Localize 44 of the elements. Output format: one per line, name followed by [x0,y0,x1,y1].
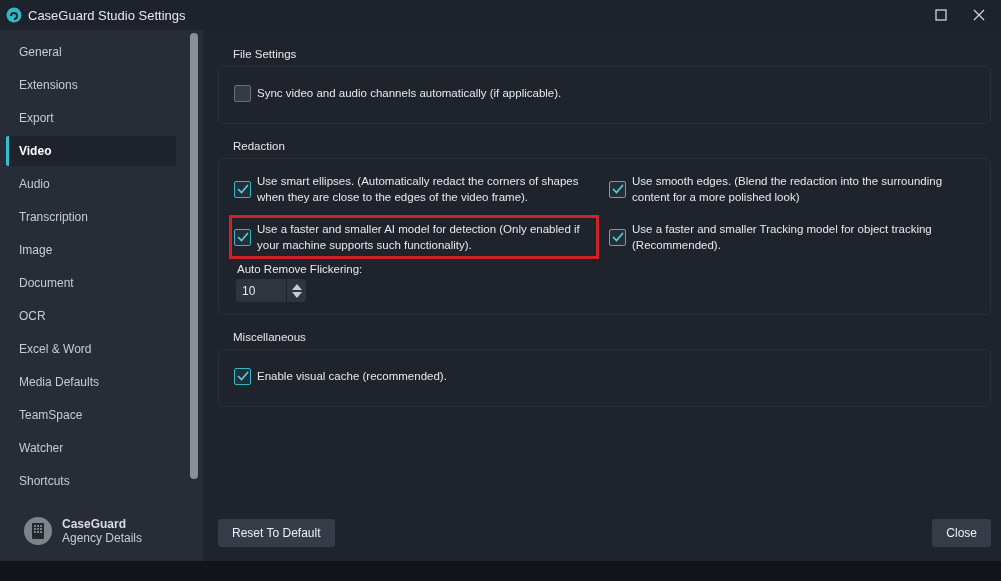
scrollbar[interactable] [190,33,198,479]
sidebar-item[interactable]: Extensions [6,70,176,100]
sidebar-item[interactable]: Audio [6,169,176,199]
sidebar-item[interactable]: TeamSpace [6,400,176,430]
spin-button[interactable] [287,279,306,302]
close-dialog-button[interactable]: Close [932,519,991,547]
sidebar-item[interactable]: Media Defaults [6,367,176,397]
option-label: Use a faster and smaller Tracking model for object tracking (Recommended). [632,222,933,253]
checkbox[interactable] [234,367,251,385]
sidebar-item[interactable]: OCR [6,301,176,331]
sidebar-item[interactable]: General [6,37,176,67]
group-title: Miscellaneous [233,331,307,343]
sidebar-item[interactable]: Image [6,235,176,265]
number-field[interactable]: 10 [236,279,286,302]
window-title: CaseGuard Studio Settings [28,7,187,23]
option-label: Use smooth edges. (Blend the redaction into the surrounding content for a more polished look) [632,174,944,205]
option-label: Use a faster and smaller AI model for detection (Only enabled if your machine supports such functionality). [257,222,581,253]
sidebar-item[interactable]: Transcription [6,202,176,232]
agency-name: CaseGuard [62,517,128,531]
sidebar-item[interactable]: Video [6,136,176,166]
checkbox[interactable] [609,180,626,198]
checkbox[interactable] [234,84,251,102]
group-title: File Settings [233,48,298,60]
building-icon [24,517,52,545]
checkbox[interactable] [234,228,251,246]
down-arrow-icon[interactable] [291,291,302,298]
sidebar-item[interactable]: Shortcuts [6,466,176,496]
option-label: Sync video and audio channels automatically (if applicable). [257,86,562,101]
option-label: Use smart ellipses. (Automatically redact the corners of shapes when they are close to the edges of the video frame). [257,174,580,205]
option-label: Enable visual cache (recommended). [257,369,447,384]
sidebar-item[interactable]: Watcher [6,433,176,463]
group-title: Redaction [233,140,286,152]
checkbox[interactable] [609,228,626,246]
maximize-icon [935,9,947,21]
logo-icon [6,7,22,23]
sidebar-item[interactable]: Export [6,103,176,133]
spinner-label: Auto Remove Flickering: [237,263,364,275]
sidebar-item[interactable]: Excel & Word [6,334,176,364]
agency-details-link[interactable]: Agency Details [62,531,143,545]
checkbox[interactable] [234,180,251,198]
close-icon [973,9,985,21]
reset-button[interactable]: Reset To Default [218,519,335,547]
up-arrow-icon[interactable] [291,283,302,290]
sidebar-item[interactable]: Document [6,268,176,298]
